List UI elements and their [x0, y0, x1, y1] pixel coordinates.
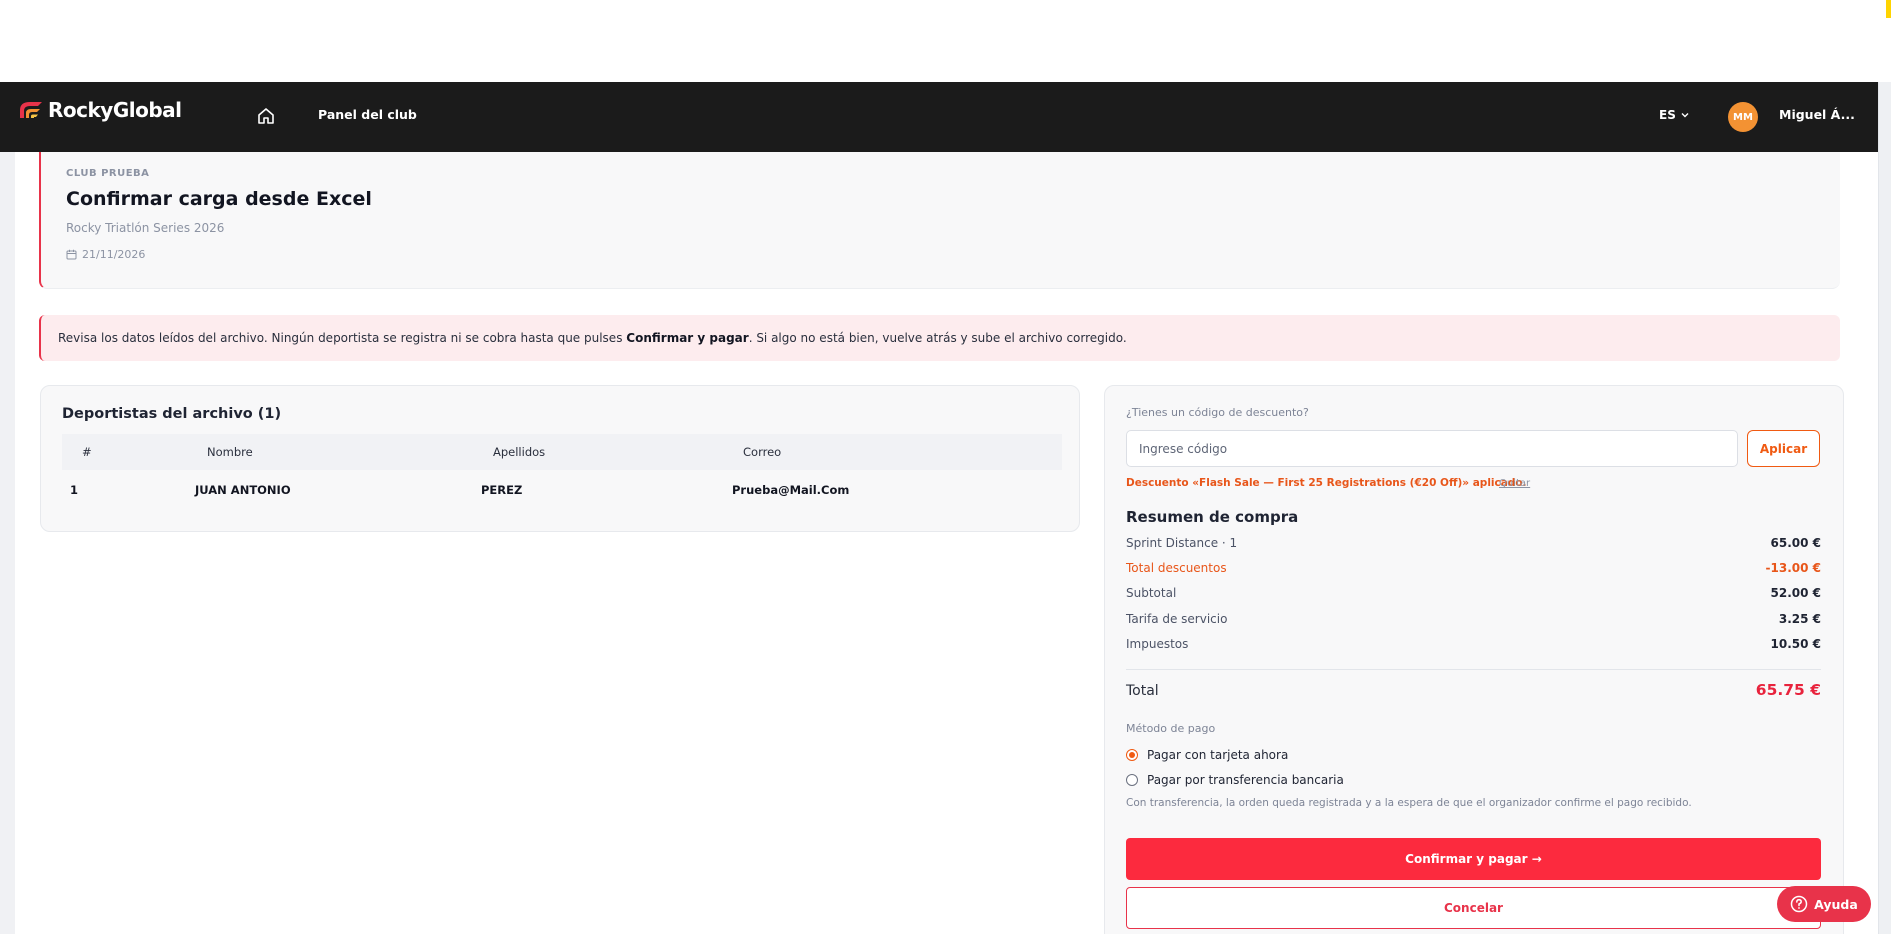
summary-row-value: -13.00 € — [1765, 561, 1821, 575]
payment-note: Con transferencia, la orden queda regist… — [1126, 797, 1692, 809]
summary-row-value: 10.50 € — [1770, 637, 1821, 651]
total-label: Total — [1126, 683, 1159, 699]
top-blank-area — [0, 0, 1891, 82]
avatar-initials: MM — [1733, 111, 1753, 123]
summary-row-subtotal: Subtotal 52.00 € — [1126, 586, 1821, 604]
summary-row-label: Impuestos — [1126, 637, 1189, 651]
column-header-correo: Correo — [743, 445, 782, 459]
event-header-card: CLUB PRUEBA Confirmar carga desde Excel … — [39, 152, 1840, 289]
total-row: Total 65.75 € — [1126, 681, 1821, 705]
notice-text-before: Revisa los datos leídos del archivo. Nin… — [58, 331, 623, 345]
logo-text: RockyGlobal — [48, 98, 182, 122]
payment-method-title: Método de pago — [1126, 722, 1216, 735]
table-row: 1 JUAN ANTONIO PEREZ Prueba@Mail.Com — [62, 476, 1062, 506]
review-notice: Revisa los datos leídos del archivo. Nin… — [39, 315, 1840, 361]
radio-card[interactable] — [1126, 749, 1138, 761]
chevron-down-icon — [1681, 113, 1689, 118]
logo-mark-icon — [20, 102, 42, 118]
confirm-and-pay-button[interactable]: Confirmar y pagar → — [1126, 838, 1821, 880]
summary-row-value: 52.00 € — [1770, 586, 1821, 600]
summary-divider — [1126, 669, 1821, 670]
summary-row-value: 3.25 € — [1778, 612, 1821, 626]
page-scrollbar[interactable] — [1878, 82, 1891, 934]
athletes-title: Deportistas del archivo (1) — [62, 406, 282, 422]
help-button[interactable]: Ayuda — [1777, 886, 1871, 922]
left-gutter — [0, 152, 15, 934]
logo[interactable]: RockyGlobal — [18, 98, 182, 122]
column-header-num: # — [82, 445, 92, 459]
nav-panel-del-club[interactable]: Panel del club — [318, 107, 417, 122]
cell-apellidos: PEREZ — [481, 483, 523, 497]
home-icon[interactable] — [256, 106, 276, 126]
summary-title: Resumen de compra — [1126, 508, 1299, 526]
cancel-button[interactable]: Concelar — [1126, 887, 1821, 929]
total-value: 65.75 € — [1755, 681, 1821, 699]
calendar-icon — [66, 249, 77, 260]
summary-row-service-fee: Tarifa de servicio 3.25 € — [1126, 612, 1821, 630]
user-name[interactable]: Miguel Á... — [1779, 107, 1855, 122]
cell-nombre: JUAN ANTONIO — [195, 483, 291, 497]
payment-option-card[interactable]: Pagar con tarjeta ahora — [1126, 748, 1288, 762]
summary-row-value: 65.00 € — [1770, 536, 1821, 550]
page-title: Confirmar carga desde Excel — [66, 188, 372, 210]
avatar[interactable]: MM — [1728, 102, 1758, 132]
language-selector[interactable]: ES — [1659, 108, 1690, 122]
event-name: Rocky Triatlón Series 2026 — [66, 221, 225, 235]
remove-discount-link[interactable]: Quitar — [1499, 478, 1530, 489]
apply-discount-button[interactable]: Aplicar — [1747, 430, 1820, 467]
payment-option-label: Pagar por transferencia bancaria — [1147, 773, 1344, 787]
summary-row-label: Sprint Distance · 1 — [1126, 536, 1238, 550]
summary-row-taxes: Impuestos 10.50 € — [1126, 637, 1821, 655]
payment-option-transfer[interactable]: Pagar por transferencia bancaria — [1126, 773, 1344, 787]
radio-transfer[interactable] — [1126, 774, 1138, 786]
table-header: # Nombre Apellidos Correo — [62, 434, 1062, 470]
summary-row-label: Subtotal — [1126, 586, 1177, 600]
discount-question: ¿Tienes un código de descuento? — [1126, 406, 1309, 419]
cell-num: 1 — [70, 483, 79, 497]
club-name: CLUB PRUEBA — [66, 168, 150, 179]
summary-row-item: Sprint Distance · 1 65.00 € — [1126, 536, 1821, 554]
notice-text-after: . Si algo no está bien, vuelve atrás y s… — [748, 331, 1127, 345]
cell-correo: Prueba@Mail.Com — [732, 483, 850, 497]
discount-applied-text: Descuento «Flash Sale — First 25 Registr… — [1126, 477, 1527, 489]
top-navbar: RockyGlobal Panel del club ES MM Miguel … — [0, 82, 1878, 152]
language-label: ES — [1659, 108, 1676, 122]
summary-row-label: Total descuentos — [1126, 561, 1227, 575]
event-date: 21/11/2026 — [66, 248, 145, 261]
summary-row-discounts: Total descuentos -13.00 € — [1126, 561, 1821, 579]
discount-code-input[interactable] — [1126, 430, 1738, 467]
help-icon — [1790, 895, 1808, 913]
corner-marker — [1886, 0, 1891, 18]
notice-bold: Confirmar y pagar — [626, 331, 749, 345]
event-date-text: 21/11/2026 — [82, 248, 146, 261]
help-label: Ayuda — [1814, 896, 1858, 912]
purchase-summary-card: ¿Tienes un código de descuento? Aplicar … — [1104, 385, 1844, 934]
summary-row-label: Tarifa de servicio — [1126, 612, 1228, 626]
column-header-nombre: Nombre — [207, 445, 253, 459]
column-header-apellidos: Apellidos — [493, 445, 546, 459]
payment-option-label: Pagar con tarjeta ahora — [1147, 748, 1289, 762]
athletes-card: Deportistas del archivo (1) # Nombre Ape… — [40, 385, 1080, 532]
